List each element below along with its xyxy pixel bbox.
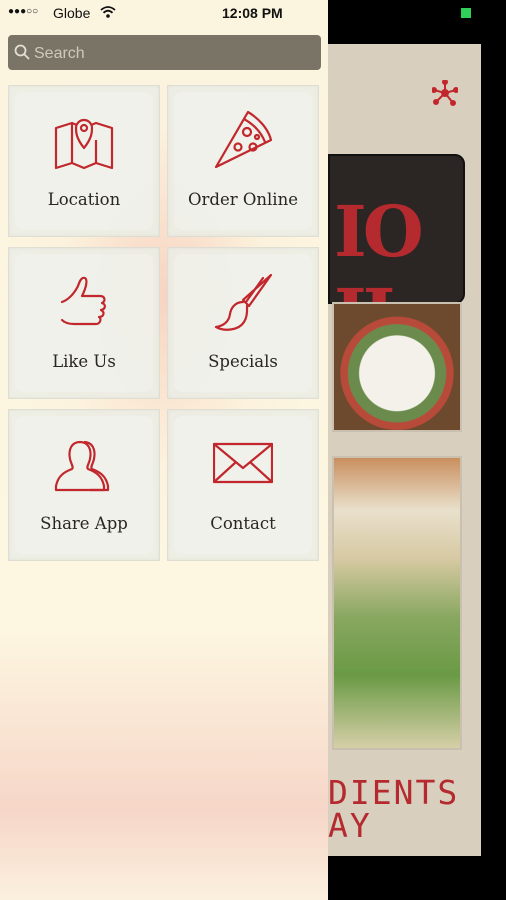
menu-tile-contact[interactable]: Contact (167, 409, 319, 561)
map-pin-icon (54, 118, 114, 170)
menu-tile-specials[interactable]: Specials (167, 247, 319, 399)
menu-tile-label: Location (47, 190, 121, 209)
network-icon (432, 80, 458, 106)
status-bar: ●●●○○ Globe 12:08 PM (0, 0, 328, 28)
background-app[interactable]: IO II DIENTS AY (328, 0, 506, 900)
wifi-icon (100, 6, 116, 18)
search-input[interactable] (32, 35, 316, 72)
menu-tile-like-us[interactable]: Like Us (8, 247, 160, 399)
menu-tile-label: Share App (40, 514, 128, 533)
side-menu-drawer: ●●●○○ Globe 12:08 PM Location (0, 0, 328, 900)
signal-strength: ●●●○○ (8, 6, 39, 17)
wrap-salad-photo (332, 456, 462, 750)
menu-tile-label: Order Online (188, 190, 298, 209)
menu-tile-label: Specials (208, 352, 278, 371)
background-app-page: IO II DIENTS AY (328, 44, 481, 856)
menu-tile-order-online[interactable]: Order Online (167, 85, 319, 237)
menu-tile-label: Contact (210, 514, 276, 533)
thumbs-up-icon (60, 276, 106, 326)
paintbrush-icon (214, 273, 273, 331)
salad-photo (332, 302, 462, 432)
menu-tile-location[interactable]: Location (8, 85, 160, 237)
restaurant-sign: IO II (328, 154, 465, 356)
pizza-slice-icon (214, 110, 273, 169)
search-bar[interactable] (8, 35, 321, 72)
carrier-name: Globe (53, 5, 91, 21)
people-icon (54, 440, 110, 492)
envelope-icon (213, 442, 273, 484)
search-icon (14, 44, 30, 60)
menu-tile-label: Like Us (52, 352, 116, 371)
menu-tile-share-app[interactable]: Share App (8, 409, 160, 561)
tagline-text: DIENTS AY (328, 773, 460, 845)
status-indicator (461, 8, 471, 18)
clock: 12:08 PM (222, 5, 283, 21)
